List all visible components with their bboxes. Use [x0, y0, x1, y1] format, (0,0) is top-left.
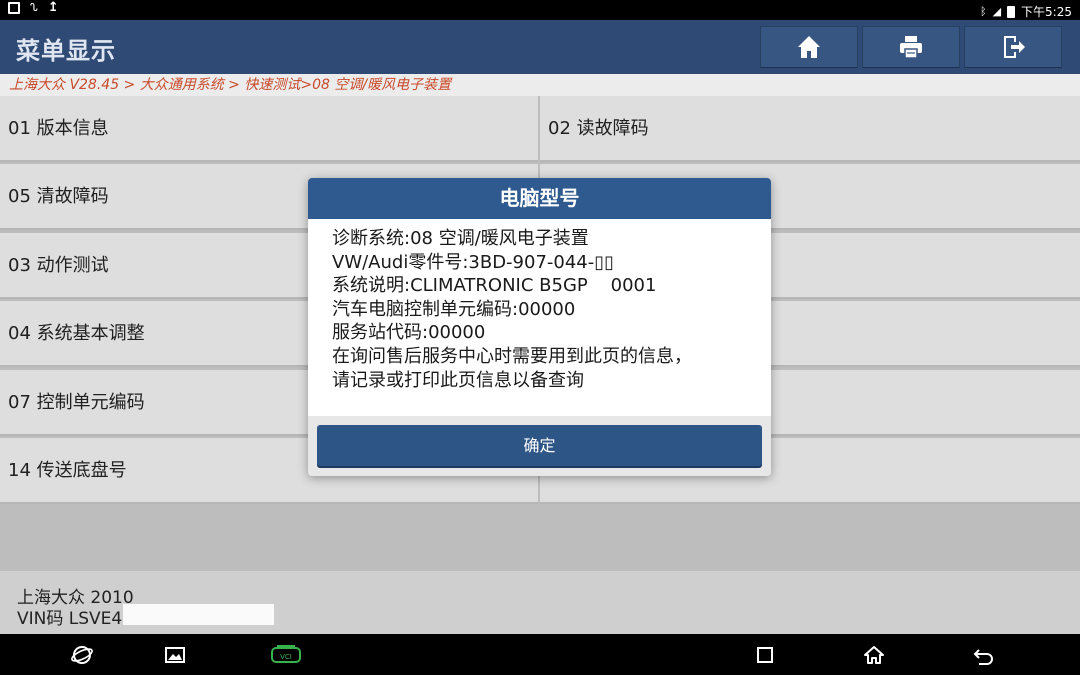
status-time: 下午5:25	[1021, 5, 1072, 19]
dialog-footer: 确定	[308, 416, 771, 476]
browser-icon[interactable]	[70, 643, 94, 667]
image-icon	[8, 2, 20, 14]
app-header: 菜单显示	[0, 20, 1080, 74]
diagnostic-system-line: 诊断系统:08 空调/暖风电子装置	[332, 228, 589, 249]
recent-apps-icon[interactable]	[753, 643, 777, 667]
home-nav-icon[interactable]	[862, 643, 886, 667]
dialog-title: 电脑型号	[308, 178, 771, 219]
vin-redaction	[123, 604, 274, 625]
printer-icon	[900, 36, 922, 59]
print-button[interactable]	[862, 26, 960, 68]
dealer-code-line: 服务站代码:00000	[332, 322, 486, 344]
voicemail-icon: ᔐ	[30, 1, 38, 14]
svg-text:VCI: VCI	[280, 653, 292, 661]
notice-line-2: 请记录或打印此页信息以备查询	[332, 369, 584, 391]
vci-icon[interactable]: VCI	[270, 643, 302, 667]
exit-button[interactable]	[964, 26, 1062, 68]
vehicle-vin: VIN码 LSVE4	[17, 609, 123, 629]
breadcrumb: 上海大众 V28.45 > 大众通用系统 > 快速测试>08 空调/暖风电子装置	[0, 74, 1080, 96]
gallery-icon[interactable]	[163, 643, 187, 667]
exit-icon	[1004, 36, 1025, 58]
navigation-bar: VCI	[0, 634, 1080, 675]
ecu-coding-line: 汽车电脑控制单元编码:00000	[332, 298, 576, 320]
signal-icon: ◢	[992, 4, 1002, 18]
home-button[interactable]	[760, 26, 858, 68]
status-bar: ᔐ ↥ ᛒ ◢ 下午5:25	[0, 0, 1080, 20]
system-description-line: 系统说明:CLIMATRONIC B5GP 0001	[332, 275, 657, 297]
ecu-info-dialog: 电脑型号 诊断系统:08 空调/暖风电子装置 VW/Audi零件号:3BD-90…	[308, 178, 771, 476]
page-title: 菜单显示	[16, 37, 116, 65]
dialog-body: 诊断系统:08 空调/暖风电子装置 VW/Audi零件号:3BD-907-044…	[308, 219, 771, 415]
back-icon[interactable]	[971, 643, 995, 667]
part-number-line: VW/Audi零件号:3BD-907-044-▯▯	[332, 251, 615, 273]
bluetooth-icon: ᛒ	[979, 4, 987, 18]
notice-line-1: 在询问售后服务中心时需要用到此页的信息，	[332, 345, 692, 367]
ok-button[interactable]: 确定	[317, 425, 762, 466]
vehicle-info-footer: 上海大众 2010 VIN码 LSVE4	[0, 571, 1080, 634]
home-icon	[798, 36, 820, 58]
upload-icon: ↥	[47, 0, 59, 15]
battery-icon	[1007, 5, 1016, 18]
